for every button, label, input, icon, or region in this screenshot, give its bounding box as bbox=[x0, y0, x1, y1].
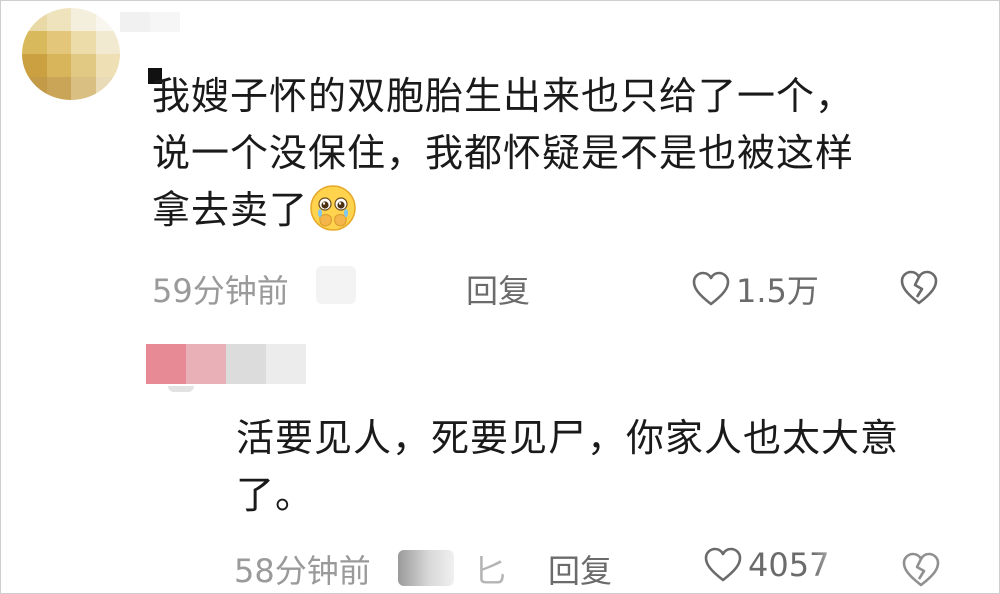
comment-2-time: 58分钟前 bbox=[234, 552, 371, 590]
location-blur bbox=[316, 266, 356, 304]
comment-2-text: 活要见人，死要见尸，你家人也太大意 了。 bbox=[236, 410, 956, 524]
broken-heart-icon[interactable] bbox=[900, 270, 938, 306]
comment-1-like-count: 1.5万 bbox=[736, 272, 819, 310]
reply-username-mosaic[interactable] bbox=[146, 344, 306, 384]
broken-heart-icon[interactable] bbox=[902, 552, 940, 588]
comment-1-line-1: 我嫂子怀的双胞胎生出来也只给了一个， bbox=[152, 74, 855, 118]
comment-2-line-1: 活要见人，死要见尸，你家人也太大意 bbox=[236, 416, 900, 460]
reply-avatar-edge bbox=[168, 386, 194, 392]
comment-1-time: 59分钟前 bbox=[152, 272, 289, 310]
heart-icon bbox=[704, 547, 742, 582]
avatar[interactable] bbox=[22, 8, 120, 100]
heart-icon bbox=[692, 271, 730, 306]
comment-1-text: 我嫂子怀的双胞胎生出来也只给了一个， 说一个没保住，我都怀疑是不是也被这样 拿去… bbox=[152, 68, 952, 239]
comment-1-line-2: 说一个没保住，我都怀疑是不是也被这样 bbox=[152, 131, 855, 175]
username-mosaic[interactable] bbox=[120, 12, 180, 32]
comment-1-like-button[interactable]: 1.5万 bbox=[692, 266, 819, 312]
comment-2-like-button[interactable]: 4057 bbox=[704, 546, 829, 584]
comment-1-line-3: 拿去卖了 bbox=[152, 182, 952, 239]
comment-2-reply-button[interactable]: 回复 bbox=[548, 546, 612, 592]
comment-1-reply-button[interactable]: 回复 bbox=[466, 266, 530, 312]
comment-2-location-fragment: 匕 bbox=[474, 552, 507, 590]
crying-emoji-icon bbox=[310, 185, 356, 231]
comment-2-line-2: 了。 bbox=[236, 473, 315, 517]
reply-location-blur bbox=[398, 550, 454, 586]
